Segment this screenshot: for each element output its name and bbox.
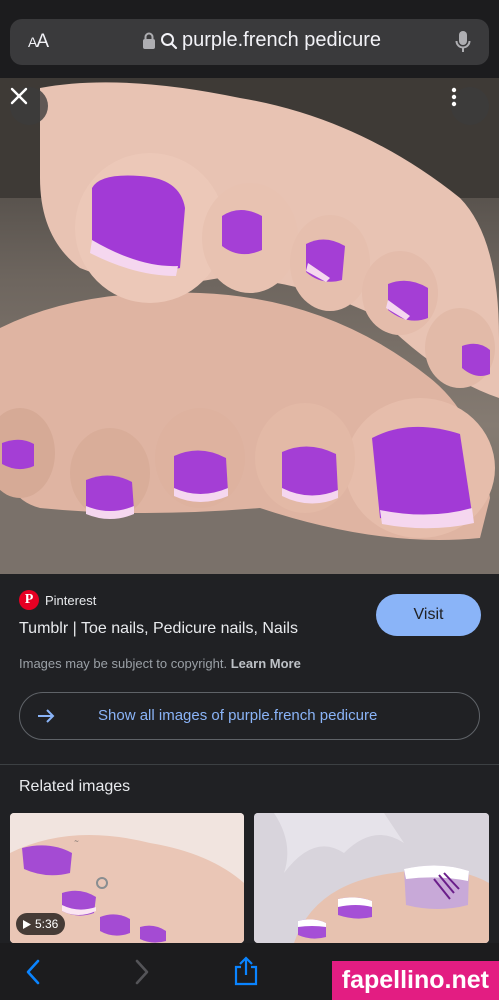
forward-icon[interactable] — [134, 959, 150, 985]
preview-image[interactable] — [0, 78, 499, 574]
show-all-images-button[interactable]: Show all images of purple.french pedicur… — [19, 692, 480, 740]
source-row[interactable]: P Pinterest — [19, 590, 96, 610]
related-image-thumbnail[interactable]: ~ 5:36 — [10, 813, 244, 943]
related-photo — [254, 813, 489, 943]
play-icon — [23, 919, 31, 929]
svg-text:~: ~ — [74, 838, 79, 845]
divider — [0, 764, 499, 765]
watermark: fapellino.net — [331, 961, 499, 1000]
result-title[interactable]: Tumblr | Toe nails, Pedicure nails, Nail… — [19, 620, 298, 638]
close-button[interactable] — [10, 87, 48, 125]
address-bar[interactable]: AA purple.french pedicure — [10, 19, 489, 65]
back-icon[interactable] — [25, 959, 41, 985]
show-all-label: Show all images of purple.french pedicur… — [98, 707, 378, 724]
video-duration-badge: 5:36 — [16, 913, 66, 935]
related-image-thumbnail[interactable] — [254, 813, 489, 943]
copyright-notice: Images may be subject to copyright. Lear… — [19, 656, 301, 671]
visit-button[interactable]: Visit — [376, 594, 481, 636]
search-icon — [161, 32, 178, 49]
pinterest-logo-icon: P — [19, 590, 39, 610]
learn-more-link[interactable]: Learn More — [231, 656, 301, 671]
close-icon — [10, 87, 28, 105]
microphone-icon[interactable] — [455, 30, 471, 54]
related-images-heading: Related images — [19, 778, 131, 795]
more-vert-icon — [451, 87, 457, 107]
toes-photo — [0, 78, 499, 574]
copyright-text: Images may be subject to copyright. — [19, 656, 228, 671]
video-duration: 5:36 — [35, 917, 59, 931]
share-icon[interactable] — [233, 956, 259, 986]
source-name: Pinterest — [45, 592, 97, 608]
more-options-button[interactable] — [451, 87, 489, 125]
text-size-button[interactable]: AA — [28, 31, 49, 53]
image-info-panel: P Pinterest Tumblr | Toe nails, Pedicure… — [0, 574, 499, 764]
arrow-right-icon — [38, 709, 55, 723]
browser-top-bar: AA purple.french pedicure — [0, 0, 499, 78]
lock-icon — [143, 32, 155, 49]
url-text[interactable]: purple.french pedicure — [182, 29, 381, 52]
